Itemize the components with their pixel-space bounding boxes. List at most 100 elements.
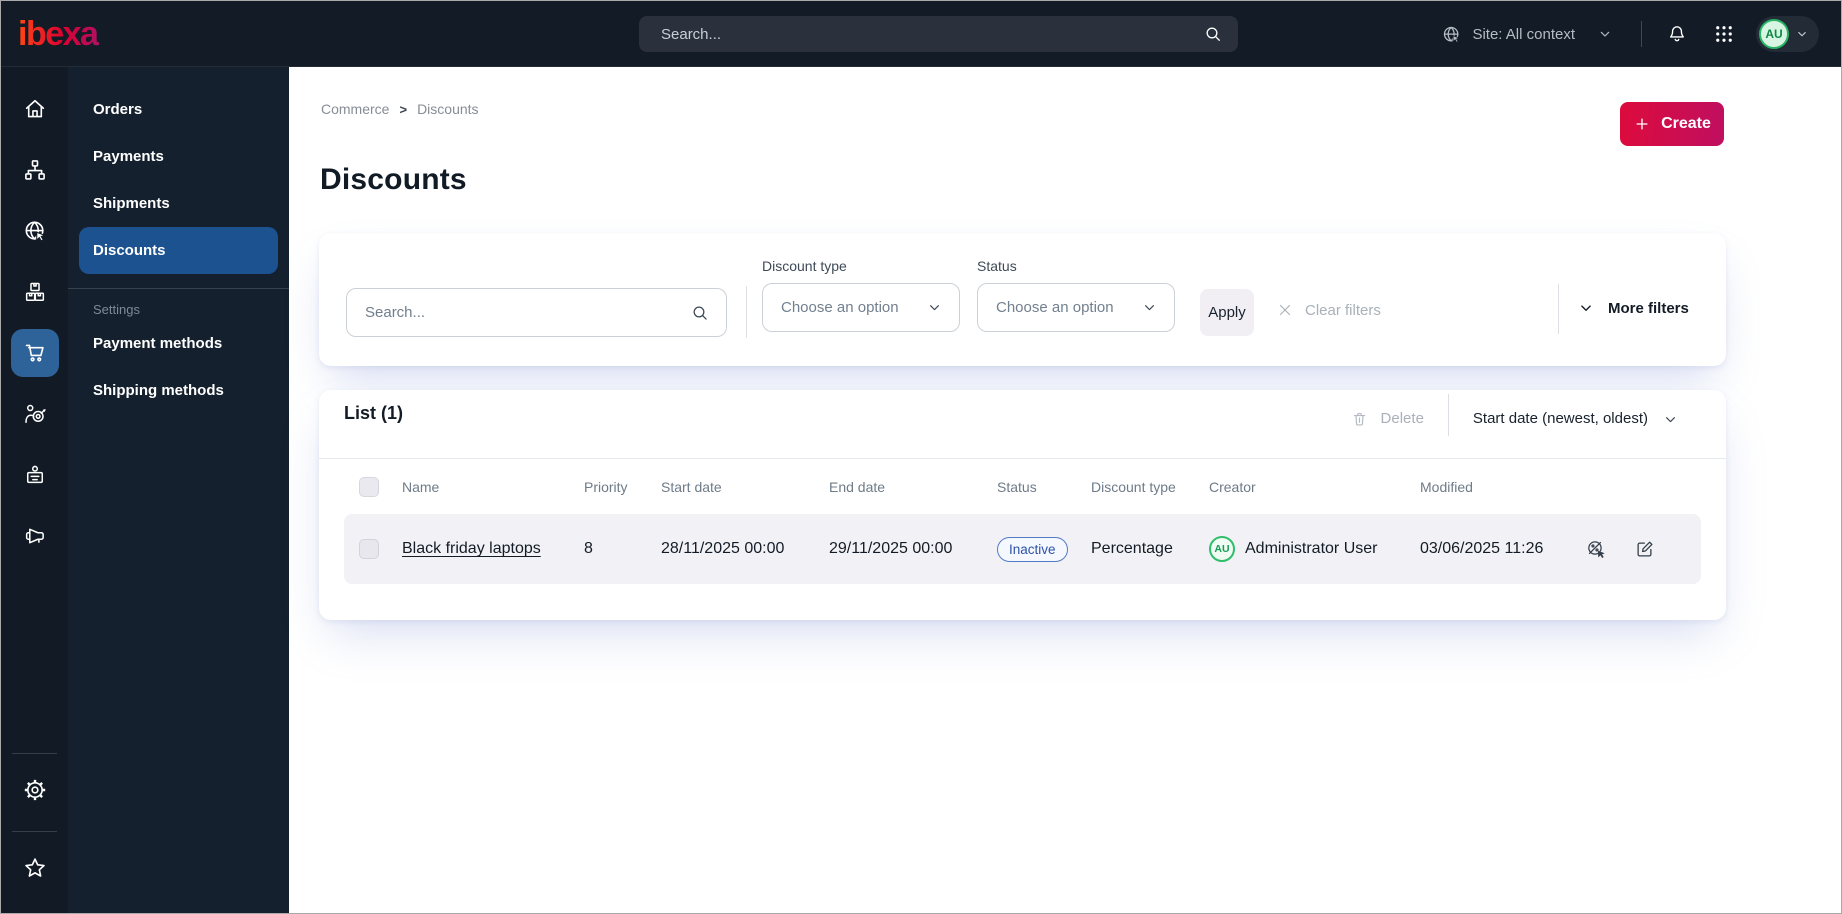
filter-search-input[interactable] <box>347 304 690 321</box>
submenu-item-discounts[interactable]: Discounts <box>79 227 278 274</box>
submenu-item-payment-methods[interactable]: Payment methods <box>79 320 278 367</box>
table-header-row: Name Priority Start date End date Status… <box>319 459 1726 514</box>
column-end-date: End date <box>829 478 886 495</box>
column-priority: Priority <box>584 478 628 495</box>
more-filters-button[interactable]: More filters <box>1577 299 1689 317</box>
create-button[interactable]: Create <box>1620 102 1724 146</box>
main-nav-rail <box>1 67 68 913</box>
discount-type-label: Discount type <box>762 258 847 274</box>
site-context-selector[interactable]: Site: All context <box>1441 24 1613 45</box>
list-header: List (1) Delete Start date (newest, olde… <box>319 390 1726 459</box>
sidebar-item-marketing[interactable] <box>11 512 59 560</box>
list-title: List (1) <box>344 403 404 423</box>
sidebar-item-bookmarks[interactable] <box>11 844 59 892</box>
clear-filters-button[interactable]: Clear filters <box>1276 301 1381 319</box>
breadcrumb: Commerce > Discounts <box>321 101 479 117</box>
filters-card: Discount type Choose an option Status Ch… <box>319 233 1726 366</box>
submenu-item-shipments[interactable]: Shipments <box>79 180 278 227</box>
global-search-input[interactable] <box>639 25 1203 43</box>
creator-avatar: AU <box>1209 536 1235 562</box>
delete-button[interactable]: Delete <box>1350 408 1424 430</box>
breadcrumb-separator: > <box>399 101 408 117</box>
discount-name-link[interactable]: Black friday laptops <box>402 540 541 557</box>
breadcrumb-commerce[interactable]: Commerce <box>321 101 389 117</box>
discount-modified: 03/06/2025 11:26 <box>1420 540 1544 557</box>
rail-divider <box>12 831 57 832</box>
row-actions <box>1574 538 1701 561</box>
breadcrumb-discounts[interactable]: Discounts <box>417 101 478 117</box>
discount-type-value: Choose an option <box>781 299 899 316</box>
marketing-megaphone-icon <box>22 523 48 549</box>
chevron-down-icon <box>1577 299 1595 317</box>
settings-gear-icon <box>22 777 48 803</box>
create-button-label: Create <box>1661 115 1711 132</box>
sidebar-item-site[interactable] <box>11 207 59 255</box>
clear-filters-label: Clear filters <box>1305 301 1381 319</box>
main-content: Commerce > Discounts Create Discounts Di… <box>289 67 1841 913</box>
user-menu[interactable]: AU <box>1756 16 1819 52</box>
sidebar-item-admin-settings[interactable] <box>11 766 59 814</box>
column-start-date: Start date <box>661 478 722 495</box>
discount-end-date: 29/11/2025 00:00 <box>829 540 953 557</box>
discount-type-select[interactable]: Choose an option <box>762 283 960 332</box>
status-badge: Inactive <box>997 536 1068 562</box>
list-header-actions: Delete Start date (newest, oldest) <box>1350 394 1701 436</box>
sidebar-item-personalization[interactable] <box>11 390 59 438</box>
bookmarks-star-icon <box>22 855 48 881</box>
sort-label: Start date (newest, oldest) <box>1472 410 1648 427</box>
creator-name: Administrator User <box>1245 540 1378 557</box>
sidebar-item-corporate[interactable] <box>11 451 59 499</box>
app-grid-icon[interactable] <box>1714 24 1734 44</box>
status-label: Status <box>977 258 1017 274</box>
commerce-cart-icon <box>22 340 48 366</box>
ibexa-logo[interactable]: ibexa <box>18 13 128 55</box>
column-creator: Creator <box>1209 478 1256 495</box>
submenu-item-orders[interactable]: Orders <box>79 86 278 133</box>
filter-divider <box>1558 284 1559 334</box>
submenu-divider <box>68 288 289 289</box>
search-icon[interactable] <box>690 303 710 323</box>
sort-selector[interactable]: Start date (newest, oldest) <box>1473 408 1701 430</box>
page-title: Discounts <box>320 163 467 196</box>
close-icon <box>1276 301 1294 319</box>
submenu-item-payments[interactable]: Payments <box>79 133 278 180</box>
column-status: Status <box>997 478 1037 495</box>
chevron-down-icon <box>1662 411 1679 428</box>
notifications-bell-icon[interactable] <box>1666 23 1688 45</box>
row-checkbox[interactable] <box>359 539 379 559</box>
filter-search[interactable] <box>346 288 727 337</box>
select-all-checkbox[interactable] <box>359 476 379 497</box>
rail-divider <box>12 753 57 754</box>
chevron-down-icon <box>1795 27 1809 41</box>
discount-start-date: 28/11/2025 00:00 <box>661 540 785 557</box>
sidebar-item-products[interactable] <box>11 268 59 316</box>
edit-icon[interactable] <box>1634 538 1656 560</box>
sidebar-item-content[interactable] <box>11 146 59 194</box>
sitemap-icon <box>22 157 48 183</box>
sidebar-item-commerce[interactable] <box>10 329 59 377</box>
discounts-list-card: List (1) Delete Start date (newest, olde… <box>319 390 1726 620</box>
status-select[interactable]: Choose an option <box>977 283 1175 332</box>
corporate-badge-icon <box>22 462 48 488</box>
discount-disable-icon[interactable] <box>1585 538 1608 561</box>
sidebar-item-dashboard[interactable] <box>11 85 59 133</box>
column-discount-type: Discount type <box>1091 478 1176 495</box>
status-value: Choose an option <box>996 299 1114 316</box>
submenu-section-label: Settings <box>93 302 140 317</box>
home-icon <box>22 96 48 122</box>
site-context-label: Site: All context <box>1472 25 1575 43</box>
discount-type-filter: Discount type Choose an option <box>762 258 960 332</box>
more-filters-label: More filters <box>1608 299 1689 317</box>
apply-button[interactable]: Apply <box>1200 289 1254 336</box>
status-filter: Status Choose an option <box>977 258 1175 332</box>
chevron-down-icon <box>1597 26 1613 42</box>
trash-icon <box>1350 410 1369 429</box>
table-row: Black friday laptops 8 28/11/2025 00:00 … <box>344 514 1701 584</box>
topbar-right: Site: All context AU <box>1441 1 1841 67</box>
discount-type-value: Percentage <box>1091 540 1173 557</box>
filter-divider <box>746 286 747 338</box>
search-icon[interactable] <box>1203 24 1223 44</box>
submenu-item-shipping-methods[interactable]: Shipping methods <box>79 367 278 414</box>
ibexa-admin-app: ibexa Site: All context <box>0 0 1842 914</box>
global-search[interactable] <box>639 16 1238 52</box>
